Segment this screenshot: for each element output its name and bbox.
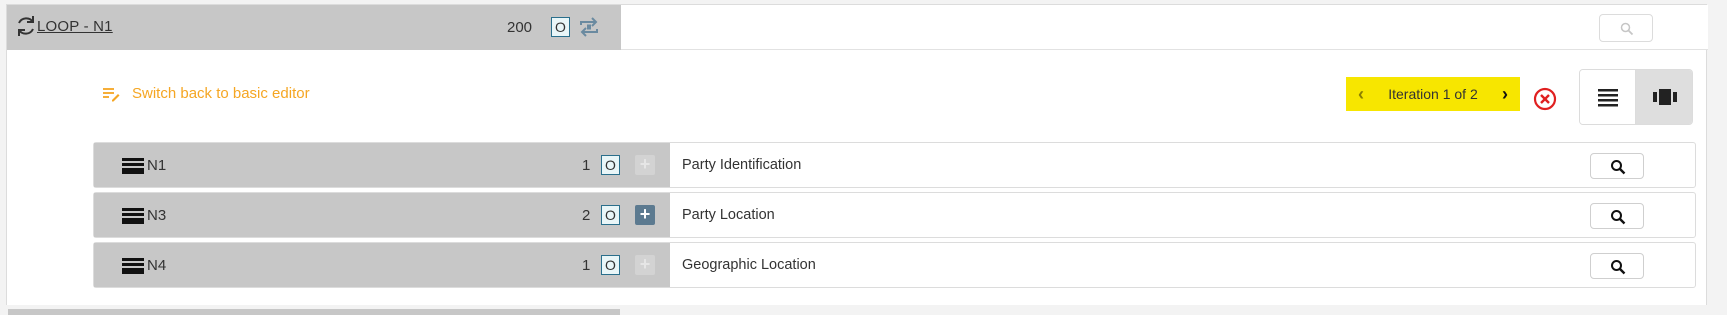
- segment-name[interactable]: N4: [147, 257, 166, 274]
- segment-name[interactable]: N3: [147, 207, 166, 224]
- add-segment-button[interactable]: +: [635, 255, 655, 275]
- next-loop-header-edge: [8, 309, 620, 315]
- segment-usage-badge: O: [601, 155, 620, 175]
- segment-count: 2: [582, 207, 591, 224]
- segment-header-panel: N4 1 O +: [94, 243, 670, 287]
- chevron-left-icon[interactable]: ‹: [1354, 84, 1368, 105]
- segment-icon: [122, 158, 144, 174]
- segment-count: 1: [582, 157, 591, 174]
- segment-description: Party Identification: [682, 157, 802, 173]
- segment-row: N1 1 O + Party Identification: [93, 142, 1696, 188]
- cycle-icon[interactable]: [13, 13, 39, 39]
- segment-row: N3 2 O + Party Location: [93, 192, 1696, 238]
- close-circle-icon[interactable]: [1533, 87, 1557, 111]
- segment-header-panel: N1 1 O +: [94, 143, 670, 187]
- segment-description: Party Location: [682, 207, 775, 223]
- iteration-label: Iteration 1 of 2: [1388, 86, 1478, 102]
- edit-list-icon: [103, 87, 120, 101]
- segment-icon: [122, 208, 144, 224]
- loop-usage-badge: O: [551, 17, 570, 37]
- loop-title[interactable]: LOOP - N1: [37, 18, 113, 35]
- search-icon: [1611, 160, 1626, 175]
- segment-icon: [122, 258, 144, 274]
- list-view-icon: [1598, 89, 1618, 107]
- card-view-button[interactable]: [1636, 70, 1692, 124]
- segment-count: 1: [582, 257, 591, 274]
- segment-row: N4 1 O + Geographic Location: [93, 242, 1696, 288]
- loop-container: LOOP - N1 200 O Switch back to basic edi…: [6, 4, 1708, 308]
- chevron-right-icon[interactable]: ›: [1498, 84, 1512, 105]
- loop-count: 200: [507, 19, 533, 36]
- segment-search-button[interactable]: [1590, 153, 1644, 179]
- segment-description: Geographic Location: [682, 257, 816, 273]
- loop-header-panel: LOOP - N1 200 O: [7, 5, 621, 50]
- add-segment-button[interactable]: +: [635, 205, 655, 225]
- iteration-navigator: ‹ Iteration 1 of 2 ›: [1346, 77, 1520, 111]
- switch-basic-editor-label: Switch back to basic editor: [132, 85, 310, 102]
- search-icon: [1611, 210, 1626, 225]
- card-view-icon: [1653, 89, 1677, 105]
- loop-search-button[interactable]: [1599, 14, 1653, 42]
- view-toggle: [1579, 69, 1693, 125]
- add-segment-button[interactable]: +: [635, 155, 655, 175]
- search-icon: [1620, 22, 1634, 36]
- search-icon: [1611, 260, 1626, 275]
- segment-name[interactable]: N1: [147, 157, 166, 174]
- repeat-icon[interactable]: [577, 16, 601, 38]
- segment-header-panel: N3 2 O +: [94, 193, 670, 237]
- segment-search-button[interactable]: [1590, 253, 1644, 279]
- list-view-button[interactable]: [1580, 70, 1636, 124]
- segment-usage-badge: O: [601, 205, 620, 225]
- switch-basic-editor-link[interactable]: Switch back to basic editor: [102, 85, 310, 102]
- segment-usage-badge: O: [601, 255, 620, 275]
- segment-search-button[interactable]: [1590, 203, 1644, 229]
- loop-header: LOOP - N1 200 O: [7, 5, 1708, 50]
